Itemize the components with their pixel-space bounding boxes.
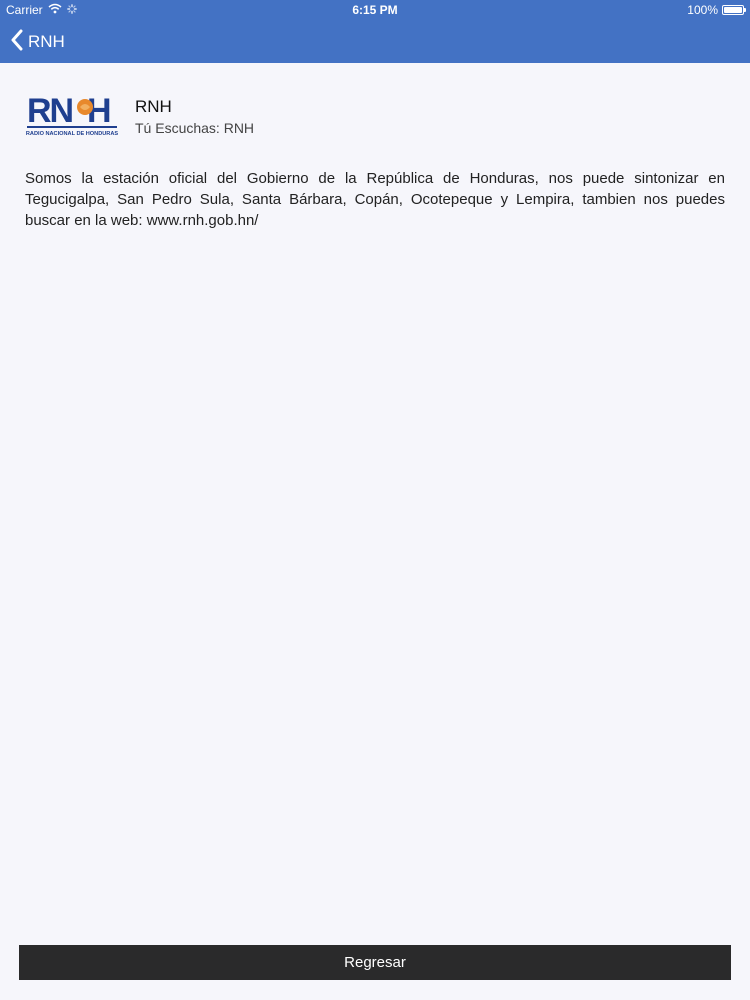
chevron-left-icon — [10, 29, 24, 56]
station-description: Somos la estación oficial del Gobierno d… — [25, 170, 725, 229]
back-label: RNH — [28, 32, 65, 51]
back-button[interactable]: RNH — [10, 29, 65, 55]
top-bar: Carrier 6:15 PM 100% RNH — [0, 0, 750, 63]
screen: Carrier 6:15 PM 100% RNH RN H RADIO NACI… — [0, 0, 750, 1000]
station-name: RNH — [135, 97, 172, 116]
battery-fill — [724, 7, 742, 13]
battery-percent: 100% — [687, 3, 718, 17]
now-listening-label: Tú Escuchas: RNH — [135, 120, 255, 136]
return-button[interactable]: Regresar — [19, 945, 731, 980]
battery-icon — [722, 5, 746, 15]
status-bar: Carrier 6:15 PM 100% — [0, 0, 750, 21]
nav-bar: RNH — [0, 21, 750, 63]
station-logo: RN H RADIO NACIONAL DE HONDURAS — [25, 90, 121, 138]
svg-text:RN: RN — [27, 92, 73, 130]
status-right: 100% — [687, 3, 746, 17]
clock: 6:15 PM — [352, 3, 398, 17]
logo-caption: RADIO NACIONAL DE HONDURAS — [26, 131, 118, 137]
